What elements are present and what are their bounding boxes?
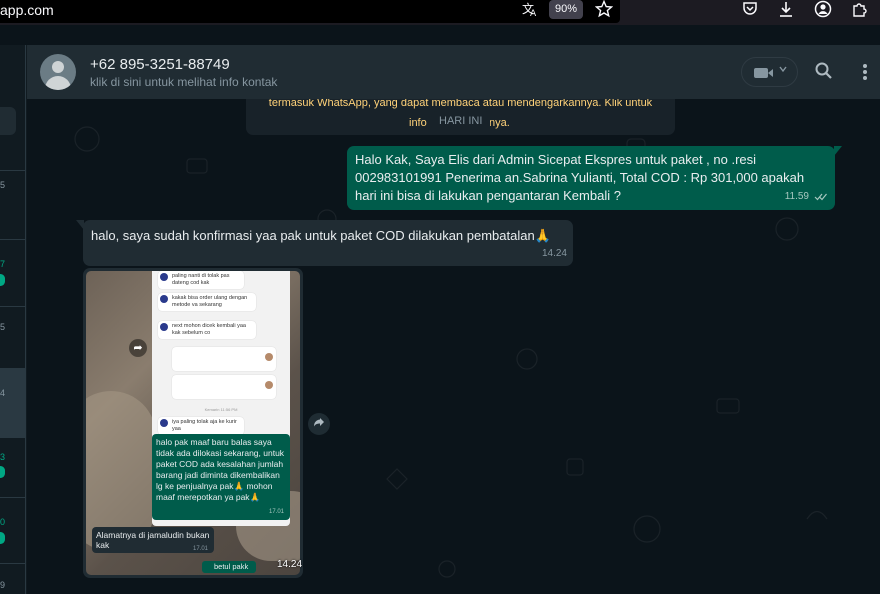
encryption-notice-info: info bbox=[409, 117, 427, 129]
url-text: app.com bbox=[0, 2, 54, 18]
chat-list-time: 9 bbox=[0, 580, 6, 590]
phone-chat-msg: paling nanti di tolak pas dateng cod kak bbox=[158, 271, 244, 289]
chat-list-time: 7 bbox=[0, 259, 6, 269]
video-call-button[interactable] bbox=[741, 57, 798, 87]
incoming-image-message[interactable]: ➦ paling nanti di tolak pas dateng cod k… bbox=[83, 268, 303, 578]
message-text: halo, saya sudah konfirmasi yaa pak untu… bbox=[91, 228, 551, 243]
message-time: 14.24 bbox=[541, 248, 567, 259]
date-separator: HARI INI bbox=[431, 111, 491, 132]
chat-list-time: 0 bbox=[0, 517, 6, 527]
zoom-level-badge[interactable]: 90% bbox=[549, 0, 583, 19]
encryption-notice-tail: nya. bbox=[489, 117, 510, 129]
reply-snippet: betul pakk bbox=[202, 561, 256, 573]
unread-badge bbox=[0, 532, 5, 544]
phone-chat-image bbox=[172, 375, 276, 399]
pocket-icon[interactable] bbox=[738, 0, 762, 20]
incoming-message[interactable]: halo, saya sudah konfirmasi yaa pak untu… bbox=[76, 220, 573, 266]
chat-list-time: 5 bbox=[0, 322, 6, 332]
contact-info-hint[interactable]: klik di sini untuk melihat info kontak bbox=[90, 75, 277, 89]
chat-header[interactable]: +62 895-3251-88749 klik di sini untuk me… bbox=[27, 45, 880, 99]
browser-strip bbox=[0, 25, 880, 45]
quoted-outgoing-reply: halo pak maaf baru balas saya tidak ada … bbox=[152, 434, 290, 520]
quoted-message: Alamatnya di jamaludin bukan kak 17.01 bbox=[92, 527, 214, 553]
svg-text:A: A bbox=[530, 9, 537, 18]
phone-chat-image bbox=[172, 347, 276, 371]
contact-name[interactable]: +62 895-3251-88749 bbox=[90, 56, 230, 73]
message-text: Halo Kak, Saya Elis dari Admin Sicepat E… bbox=[355, 152, 805, 203]
chat-list-search[interactable] bbox=[0, 107, 16, 135]
chat-list-panel: 5 7 5 4 3 0 9 bbox=[0, 45, 26, 594]
phone-chat-msg: next mohon dicek kembali yaa kak sebelum… bbox=[158, 321, 256, 339]
download-icon[interactable] bbox=[774, 0, 798, 20]
screenshot-image[interactable]: ➦ paling nanti di tolak pas dateng cod k… bbox=[86, 271, 300, 575]
phone-chat-msg: kakak bisa order ulang dengan metode va … bbox=[158, 293, 256, 311]
extensions-icon[interactable] bbox=[847, 0, 871, 20]
translate-icon[interactable]: 文A bbox=[519, 0, 541, 20]
message-time: 14.24 bbox=[277, 559, 303, 570]
conversation-panel[interactable]: termasuk WhatsApp, yang dapat membaca at… bbox=[27, 99, 880, 594]
search-icon[interactable] bbox=[814, 61, 834, 81]
unread-badge bbox=[0, 466, 5, 478]
forward-icon: ➦ bbox=[129, 339, 147, 357]
outgoing-message[interactable]: Halo Kak, Saya Elis dari Admin Sicepat E… bbox=[347, 146, 842, 210]
bookmark-star-icon[interactable] bbox=[593, 0, 615, 20]
chat-list-count: 5 bbox=[0, 180, 6, 190]
account-icon[interactable] bbox=[811, 0, 835, 20]
chat-list-time: 4 bbox=[0, 388, 6, 398]
browser-toolbar: app.com 文A 90% bbox=[0, 0, 880, 25]
menu-kebab-icon[interactable] bbox=[863, 63, 867, 81]
read-receipt-icon bbox=[814, 188, 828, 206]
chat-list-item-selected[interactable] bbox=[0, 368, 26, 438]
message-time: 11.59 bbox=[784, 191, 809, 202]
phone-timestamp: Kemarin 11:56 PM bbox=[204, 407, 238, 412]
chat-list-time: 3 bbox=[0, 452, 6, 462]
phone-chat-msg: iya paling tolak aja ke kurir yaa bbox=[158, 417, 244, 435]
chevron-down-icon bbox=[778, 64, 788, 77]
url-bar[interactable]: app.com 文A 90% bbox=[0, 0, 620, 23]
video-camera-icon bbox=[754, 68, 768, 78]
avatar[interactable] bbox=[40, 54, 76, 90]
unread-badge bbox=[0, 274, 5, 286]
forward-button[interactable] bbox=[308, 413, 330, 435]
